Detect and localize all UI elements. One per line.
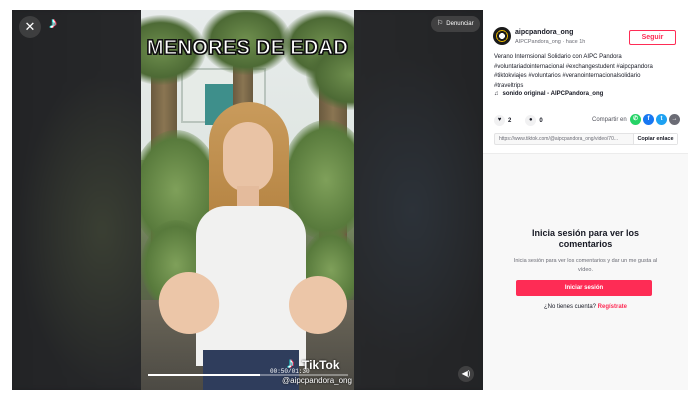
share-icons: ✆ f t → xyxy=(630,114,680,125)
video-progress-fill xyxy=(148,374,260,376)
login-prompt-subtitle: Inicia sesión para ver los comentarios y… xyxy=(513,258,658,273)
details-panel: aipcpandora_ong AIPCPandora_ong · hace 1… xyxy=(483,10,688,390)
close-button[interactable]: ✕ xyxy=(19,16,41,38)
signup-link[interactable]: Regístrate xyxy=(598,304,627,310)
follow-button[interactable]: Seguir xyxy=(629,30,676,45)
author-meta: AIPCPandora_ong · hace 1h xyxy=(515,39,586,45)
post-description: Verano Internsional Solidario con AIPC P… xyxy=(494,54,653,89)
author-username[interactable]: aipcpandora_ong xyxy=(515,29,573,36)
video-caption: MENORES DE EDAD xyxy=(146,37,349,60)
twitter-icon[interactable]: t xyxy=(656,114,667,125)
engagement-stats: ♥ 2 ● 0 xyxy=(494,115,543,126)
comment-icon[interactable]: ● xyxy=(525,115,537,126)
tiktok-logo-icon[interactable]: ♪ xyxy=(45,15,61,33)
facebook-icon[interactable]: f xyxy=(643,114,654,125)
share-link[interactable]: https://www.tiktok.com/@aipcpandora_ong/… xyxy=(495,134,633,144)
video-area[interactable]: MENORES DE EDAD TikTok @aipcpandora_ong … xyxy=(12,10,483,390)
like-count: 2 xyxy=(508,117,512,124)
close-icon: ✕ xyxy=(24,19,36,34)
heart-icon[interactable]: ♥ xyxy=(494,115,505,126)
presenter xyxy=(141,10,354,390)
tiktok-video-page: MENORES DE EDAD TikTok @aipcpandora_ong … xyxy=(12,10,688,390)
login-button[interactable]: Iniciar sesión xyxy=(516,280,652,296)
whatsapp-icon[interactable]: ✆ xyxy=(630,114,641,125)
sound-link[interactable]: ♫ sonido original - AIPCPandora_ong xyxy=(494,91,603,97)
share-link-row: https://www.tiktok.com/@aipcpandora_ong/… xyxy=(494,133,678,145)
comment-count: 0 xyxy=(539,117,543,124)
volume-button[interactable]: ◀) xyxy=(458,366,474,382)
report-button[interactable]: ⚐ Denunciar xyxy=(431,16,480,32)
login-prompt-title: Inicia sesión para ver los comentarios xyxy=(531,228,640,249)
signup-prompt: ¿No tienes cuenta? Regístrate xyxy=(543,304,628,310)
comments-section: Inicia sesión para ver los comentarios I… xyxy=(483,153,688,390)
report-label: Denunciar xyxy=(446,21,474,27)
video-progress-bar[interactable] xyxy=(148,374,348,376)
video-player[interactable] xyxy=(141,10,354,390)
more-share-icon[interactable]: → xyxy=(669,114,680,125)
watermark-handle: @aipcpandora_ong xyxy=(282,376,352,385)
share-label: Compartir en xyxy=(592,117,627,123)
copy-link-button[interactable]: Copiar enlace xyxy=(633,134,677,144)
post-header: aipcpandora_ong AIPCPandora_ong · hace 1… xyxy=(483,10,688,153)
avatar[interactable] xyxy=(493,27,511,45)
music-note-icon: ♫ xyxy=(494,91,499,97)
volume-icon: ◀) xyxy=(461,369,471,378)
flag-icon: ⚐ xyxy=(437,20,444,27)
